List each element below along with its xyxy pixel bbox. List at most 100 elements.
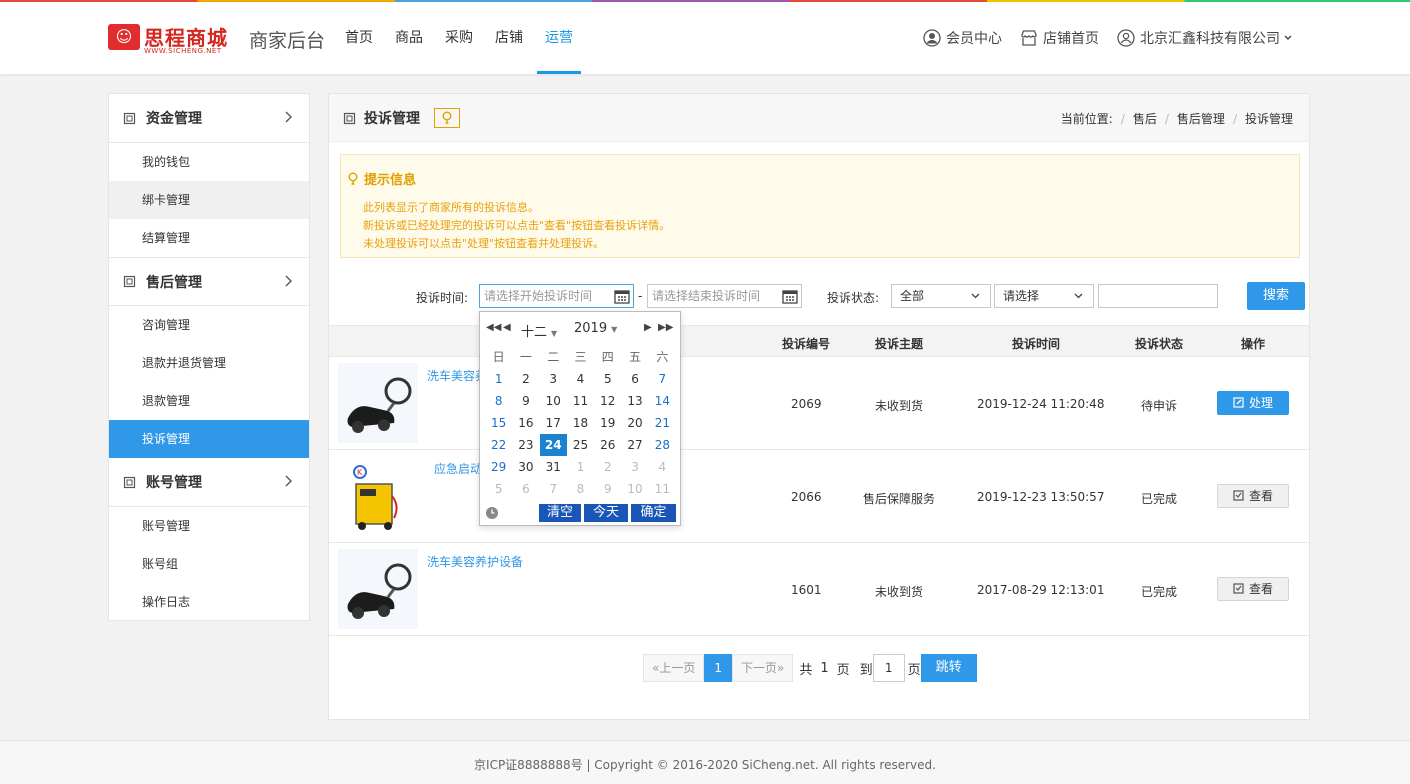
sidebar-item-account-group[interactable]: 账号组 — [109, 545, 309, 583]
member-center-link[interactable]: 会员中心 — [923, 28, 1002, 48]
day-cell[interactable]: 2 — [512, 368, 539, 390]
prev-page-button[interactable]: «上一页 — [643, 654, 705, 682]
confirm-date-button[interactable]: 确定 — [631, 504, 676, 522]
day-cell[interactable]: 11 — [567, 390, 594, 412]
day-cell[interactable]: 6 — [621, 368, 648, 390]
goto-page-input[interactable]: 1 — [872, 654, 905, 682]
year-select[interactable]: 2019 ▼ — [574, 321, 617, 336]
day-cell[interactable]: 28 — [649, 434, 676, 456]
next-page-button[interactable]: 下一页» — [731, 654, 794, 682]
keyword-input[interactable] — [1098, 284, 1218, 308]
day-cell[interactable]: 10 — [621, 478, 648, 500]
breadcrumb-item[interactable]: 投诉管理 — [1245, 112, 1293, 126]
clear-date-button[interactable]: 清空 — [539, 504, 581, 522]
sidebar-item-bind-card[interactable]: 绑卡管理 — [109, 181, 309, 219]
day-cell[interactable]: 27 — [621, 434, 648, 456]
prev-year-icon[interactable]: ◀◀ — [486, 322, 501, 333]
day-cell[interactable]: 10 — [540, 390, 567, 412]
product-link[interactable]: 洗车美容养 — [427, 367, 487, 384]
view-button[interactable]: 查看 — [1217, 577, 1289, 601]
sidebar-section-funds[interactable]: 资金管理 — [109, 94, 309, 143]
day-cell[interactable]: 16 — [512, 412, 539, 434]
start-date-input[interactable]: 请选择开始投诉时间 — [479, 284, 634, 308]
day-cell[interactable]: 15 — [485, 412, 512, 434]
day-cell[interactable]: 2 — [594, 456, 621, 478]
secondary-select[interactable]: 请选择 — [994, 284, 1094, 308]
day-cell[interactable]: 31 — [540, 456, 567, 478]
sidebar-item-settlement[interactable]: 结算管理 — [109, 219, 309, 257]
product-thumbnail[interactable]: K — [338, 456, 418, 536]
sidebar-section-aftersale[interactable]: 售后管理 — [109, 257, 309, 306]
sidebar-item-accounts[interactable]: 账号管理 — [109, 507, 309, 545]
product-link[interactable]: 洗车美容养护设备 — [427, 553, 523, 570]
sidebar-section-title: 资金管理 — [146, 111, 202, 127]
day-cell[interactable]: 13 — [621, 390, 648, 412]
day-cell[interactable]: 22 — [485, 434, 512, 456]
day-cell[interactable]: 6 — [512, 478, 539, 500]
nav-purchase[interactable]: 采购 — [445, 2, 473, 74]
lightbulb-icon[interactable] — [434, 108, 460, 128]
logo[interactable]: ☺ 思程商城 WWW.SICHENG.NET — [108, 22, 242, 56]
sidebar-item-refund-return[interactable]: 退款并退货管理 — [109, 344, 309, 382]
store-home-link[interactable]: 店铺首页 — [1020, 28, 1099, 48]
clock-icon[interactable] — [485, 506, 499, 520]
prev-month-icon[interactable]: ◀ — [503, 322, 511, 333]
day-cell[interactable]: 4 — [649, 456, 676, 478]
day-cell[interactable]: 18 — [567, 412, 594, 434]
day-cell[interactable]: 1 — [485, 368, 512, 390]
nav-operation[interactable]: 运营 — [537, 2, 581, 74]
day-cell[interactable]: 14 — [649, 390, 676, 412]
sidebar-item-complaint[interactable]: 投诉管理 — [109, 420, 309, 458]
day-cell[interactable]: 1 — [567, 456, 594, 478]
day-cell-selected[interactable]: 24 — [539, 434, 567, 456]
sidebar-section-account[interactable]: 账号管理 — [109, 458, 309, 507]
next-year-icon[interactable]: ▶▶ — [658, 322, 673, 333]
day-cell[interactable]: 20 — [621, 412, 648, 434]
product-link[interactable]: 应急启动 — [434, 460, 482, 477]
company-menu[interactable]: 北京汇鑫科技有限公司 — [1117, 28, 1298, 48]
view-button[interactable]: 查看 — [1217, 484, 1289, 508]
day-cell[interactable]: 5 — [485, 478, 512, 500]
sidebar-item-oplog[interactable]: 操作日志 — [109, 583, 309, 621]
day-cell[interactable]: 23 — [512, 434, 539, 456]
today-button[interactable]: 今天 — [584, 504, 628, 522]
day-cell[interactable]: 8 — [485, 390, 512, 412]
breadcrumb-item[interactable]: 售后管理 — [1177, 112, 1225, 126]
goto-page-button[interactable]: 跳转 — [920, 654, 977, 682]
day-cell[interactable]: 30 — [512, 456, 539, 478]
day-cell[interactable]: 3 — [540, 368, 567, 390]
day-cell[interactable]: 21 — [649, 412, 676, 434]
day-cell[interactable]: 25 — [567, 434, 594, 456]
breadcrumb-item[interactable]: 售后 — [1133, 112, 1157, 126]
day-cell[interactable]: 8 — [567, 478, 594, 500]
day-cell[interactable]: 12 — [594, 390, 621, 412]
day-cell[interactable]: 5 — [594, 368, 621, 390]
sidebar-item-wallet[interactable]: 我的钱包 — [109, 143, 309, 181]
handle-button[interactable]: 处理 — [1217, 391, 1289, 415]
day-cell[interactable]: 29 — [485, 456, 512, 478]
sidebar-item-refund[interactable]: 退款管理 — [109, 382, 309, 420]
sidebar-item-consult[interactable]: 咨询管理 — [109, 306, 309, 344]
day-cell[interactable]: 9 — [512, 390, 539, 412]
nav-goods[interactable]: 商品 — [395, 2, 423, 74]
page-number-current[interactable]: 1 — [704, 654, 732, 682]
next-month-icon[interactable]: ▶ — [644, 322, 652, 333]
month-select[interactable]: 十二 ▼ — [521, 321, 557, 340]
day-cell[interactable]: 17 — [540, 412, 567, 434]
day-cell[interactable]: 7 — [540, 478, 567, 500]
day-cell[interactable]: 7 — [649, 368, 676, 390]
day-cell[interactable]: 26 — [594, 434, 621, 456]
product-thumbnail[interactable] — [338, 363, 418, 443]
end-date-input[interactable]: 请选择结束投诉时间 — [647, 284, 802, 308]
day-cell[interactable]: 4 — [567, 368, 594, 390]
nav-home[interactable]: 首页 — [345, 2, 373, 74]
search-button[interactable]: 搜索 — [1247, 282, 1305, 310]
day-cell[interactable]: 3 — [621, 456, 648, 478]
nav-store[interactable]: 店铺 — [495, 2, 523, 74]
total-pages: 1 — [820, 660, 829, 676]
day-cell[interactable]: 9 — [594, 478, 621, 500]
day-cell[interactable]: 11 — [649, 478, 676, 500]
day-cell[interactable]: 19 — [594, 412, 621, 434]
status-select[interactable]: 全部 — [891, 284, 991, 308]
product-thumbnail[interactable] — [338, 549, 418, 629]
